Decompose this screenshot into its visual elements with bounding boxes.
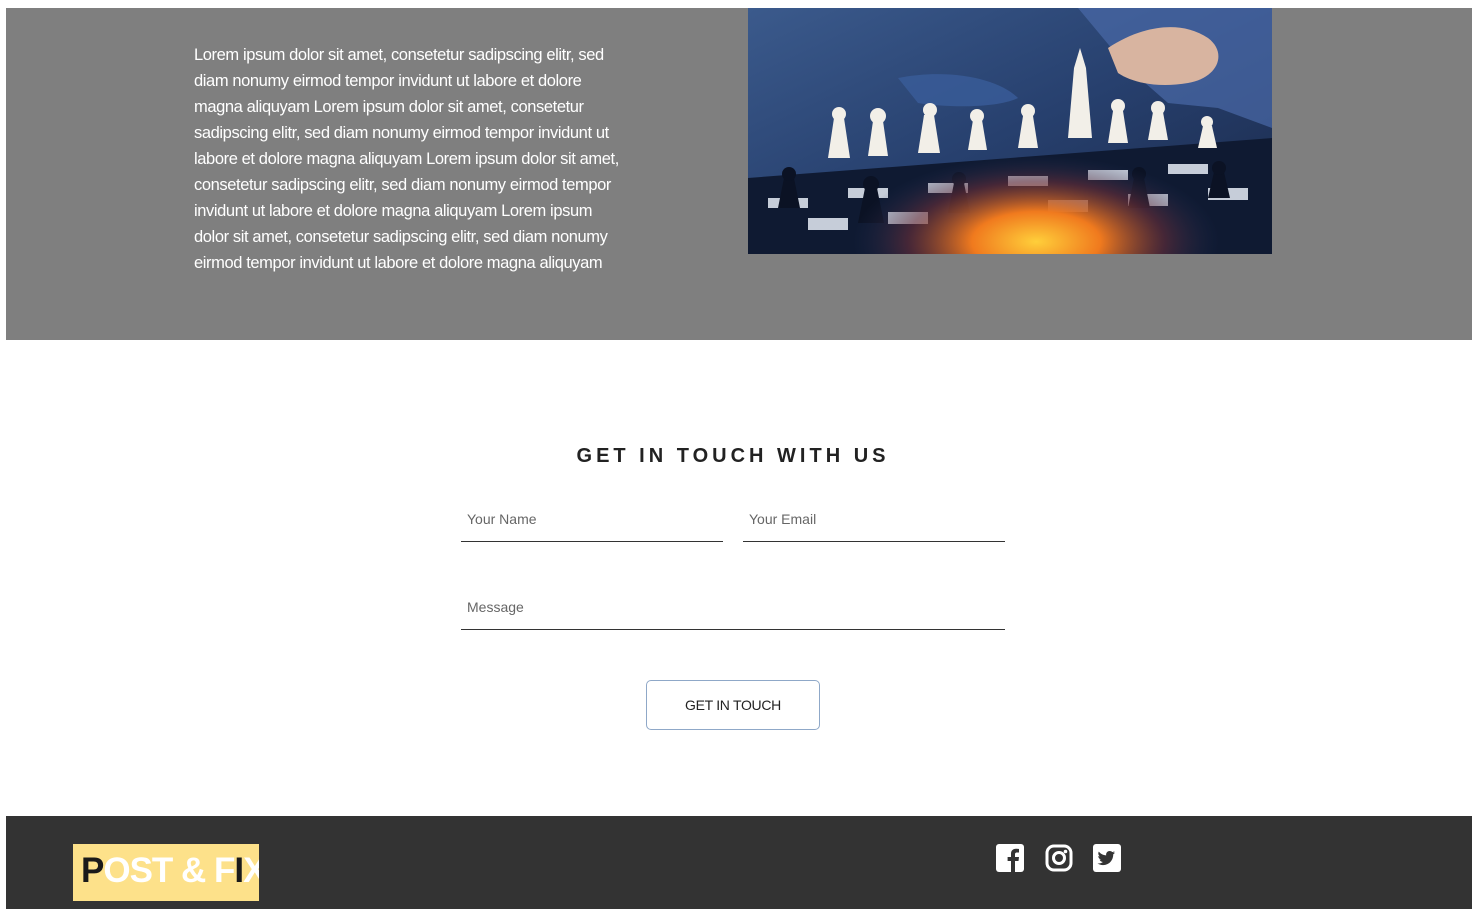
chess-image <box>748 8 1272 254</box>
footer: POST & FIX <box>6 816 1472 909</box>
page: Lorem ipsum dolor sit amet, consetetur s… <box>0 0 1478 909</box>
chess-photo-icon <box>748 8 1272 254</box>
facebook-icon[interactable] <box>996 844 1024 872</box>
twitter-icon[interactable] <box>1093 844 1121 872</box>
logo-letter-x: X <box>243 851 259 890</box>
logo-letter-i: I <box>234 851 244 890</box>
instagram-icon[interactable] <box>1045 844 1073 872</box>
message-field[interactable]: Message <box>461 599 1005 630</box>
about-section: Lorem ipsum dolor sit amet, consetetur s… <box>6 8 1472 340</box>
logo-text: POST & FIX <box>81 851 259 891</box>
contact-title: GET IN TOUCH WITH US <box>576 444 890 467</box>
email-placeholder: Your Email <box>749 511 817 527</box>
logo[interactable]: POST & FIX <box>73 844 259 901</box>
get-in-touch-button[interactable]: GET IN TOUCH <box>646 680 820 730</box>
message-placeholder: Message <box>467 599 524 615</box>
name-field[interactable]: Your Name <box>461 511 723 542</box>
logo-letter-p: P <box>81 851 104 890</box>
email-field[interactable]: Your Email <box>743 511 1005 542</box>
name-placeholder: Your Name <box>467 511 537 527</box>
about-text: Lorem ipsum dolor sit amet, consetetur s… <box>194 45 619 272</box>
logo-letters-ost-f: OST & F <box>103 851 235 890</box>
